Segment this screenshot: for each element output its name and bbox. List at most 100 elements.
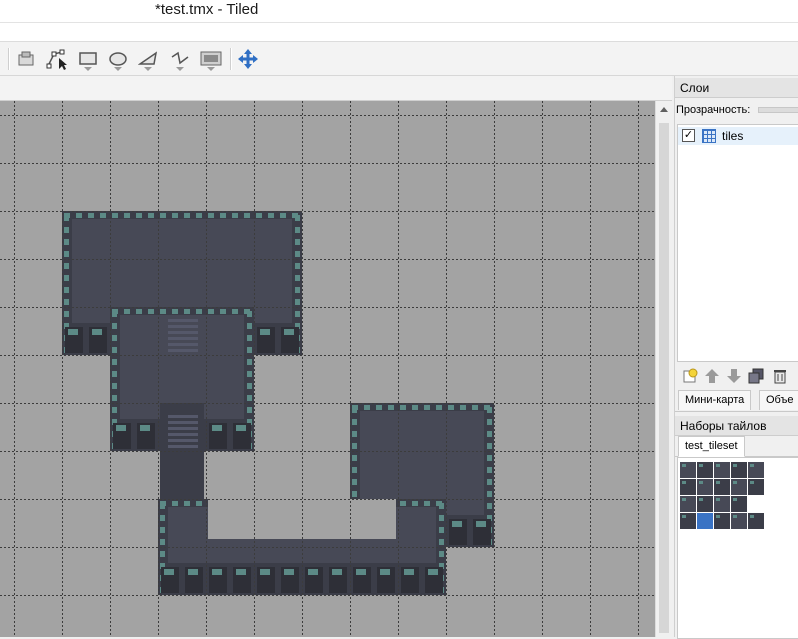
grid-line [542, 269, 543, 271]
grid-line [206, 405, 207, 407]
grid-line [424, 595, 426, 596]
grid-line [24, 355, 26, 356]
grid-line [158, 321, 159, 323]
tileset-moss[interactable] [733, 498, 737, 501]
tileset-moss[interactable] [716, 498, 720, 501]
grid-line [110, 297, 111, 299]
raise-layer-icon[interactable] [703, 367, 721, 385]
tileset-moss[interactable] [733, 515, 737, 518]
tileset-moss[interactable] [682, 498, 686, 501]
grid-line [398, 341, 399, 343]
insert-polyline-icon[interactable] [167, 46, 193, 72]
delete-layer-icon[interactable] [771, 367, 789, 385]
opacity-slider[interactable] [758, 107, 798, 113]
tab-minimap[interactable]: Мини-карта [678, 390, 752, 410]
grid-line [372, 595, 374, 596]
grid-line [14, 501, 15, 503]
grid-line [348, 307, 350, 308]
grid-line [464, 211, 466, 212]
select-objects-icon[interactable] [14, 46, 40, 72]
tileset-moss[interactable] [716, 464, 720, 467]
grid-line [638, 137, 639, 139]
grid-line [302, 589, 303, 591]
grid-line [254, 397, 255, 399]
grid-line [268, 163, 270, 164]
tileset-moss[interactable] [750, 515, 754, 518]
vertical-scrollbar[interactable] [655, 101, 673, 637]
scrollbar-thumb[interactable] [659, 123, 669, 633]
grid-line [206, 233, 207, 235]
grid-line [398, 465, 399, 467]
insert-rectangle-icon[interactable] [75, 46, 101, 72]
map-canvas[interactable] [0, 101, 655, 637]
grid-line [12, 163, 14, 164]
grid-line [590, 353, 591, 355]
grid-line [302, 177, 303, 179]
lower-layer-icon[interactable] [725, 367, 743, 385]
grid-line [148, 403, 150, 404]
insert-ellipse-icon[interactable] [105, 46, 131, 72]
moss-tile [284, 569, 294, 575]
edit-polygons-icon[interactable] [44, 46, 70, 72]
grid-line [324, 115, 326, 116]
grid-line [256, 259, 258, 260]
grid-line [120, 115, 122, 116]
grid-line [158, 581, 159, 583]
grid-line [350, 533, 351, 535]
tileset-moss[interactable] [699, 481, 703, 484]
grid-line [284, 451, 286, 452]
layer-row[interactable]: ✓ tiles [678, 127, 798, 145]
tileset-moss[interactable] [699, 498, 703, 501]
tileset-moss[interactable] [682, 481, 686, 484]
tileset-moss[interactable] [682, 464, 686, 467]
grid-line [256, 499, 258, 500]
tileset-moss[interactable] [716, 515, 720, 518]
grid-line [254, 101, 255, 103]
tileset-moss[interactable] [733, 481, 737, 484]
tileset-moss[interactable] [699, 464, 703, 467]
grid-line [100, 259, 102, 260]
grid-line [300, 163, 302, 164]
scroll-up-icon[interactable] [660, 107, 668, 112]
grid-line [254, 201, 255, 203]
grid-line [62, 581, 63, 583]
grid-line [254, 353, 255, 355]
layer-visibility-checkbox[interactable]: ✓ [682, 129, 695, 142]
grid-line [388, 163, 390, 164]
tileset-moss[interactable] [733, 464, 737, 467]
tileset-view[interactable] [677, 457, 798, 639]
grid-line [160, 403, 162, 404]
tileset-image[interactable] [678, 458, 798, 638]
grid-line [254, 129, 255, 131]
insert-tile-icon[interactable] [198, 46, 224, 72]
grid-line [232, 307, 234, 308]
tileset-moss[interactable] [750, 481, 754, 484]
tab-test-tileset[interactable]: test_tileset [678, 436, 745, 457]
grid-line [0, 115, 2, 116]
grid-line [494, 609, 495, 611]
grid-line [128, 163, 130, 164]
grid-line [464, 259, 466, 260]
tileset-moss[interactable] [750, 464, 754, 467]
grid-line [638, 245, 639, 247]
grid-line [52, 163, 54, 164]
grid-line [398, 545, 399, 547]
grid-line [302, 349, 303, 351]
tab-objects[interactable]: Объе [759, 390, 798, 410]
grid-line [350, 449, 351, 451]
grid-line [302, 309, 303, 311]
duplicate-layer-icon[interactable] [747, 367, 765, 385]
grid-line [588, 403, 590, 404]
tileset-moss[interactable] [682, 515, 686, 518]
selected-tile[interactable] [697, 513, 713, 529]
new-layer-icon[interactable] [681, 367, 699, 385]
grid-line [158, 489, 159, 491]
grid-line [110, 585, 111, 587]
insert-polygon-icon[interactable] [135, 46, 161, 72]
tileset-moss[interactable] [716, 481, 720, 484]
grid-line [340, 163, 342, 164]
grid-line [460, 163, 462, 164]
move-icon[interactable] [235, 46, 261, 72]
grid-line [92, 355, 94, 356]
map-tiles[interactable] [0, 101, 655, 637]
